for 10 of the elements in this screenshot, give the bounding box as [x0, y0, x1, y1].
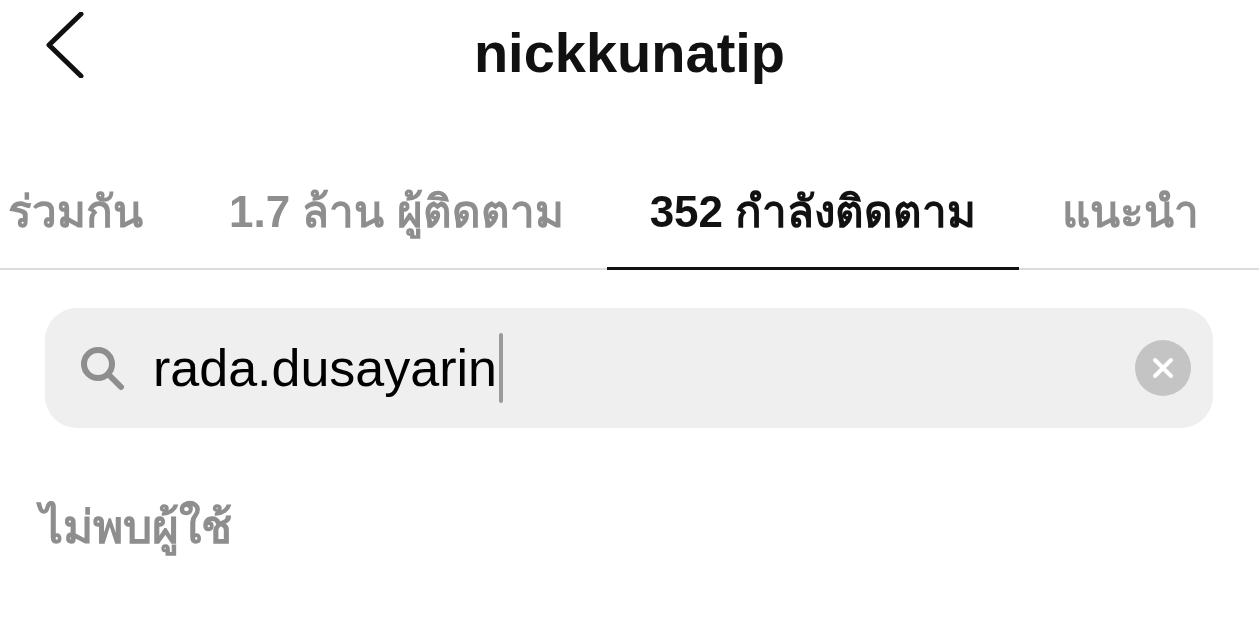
- tab[interactable]: ร่วมกัน: [0, 104, 186, 270]
- search-icon: [79, 345, 125, 391]
- close-icon: [1152, 357, 1174, 379]
- search-field[interactable]: rada.dusayarin: [45, 308, 1213, 428]
- tab[interactable]: 1.7 ล้าน ผู้ติดตาม: [186, 104, 607, 270]
- search-query: rada.dusayarin: [153, 338, 497, 398]
- profile-title: nickkunatip: [473, 19, 786, 85]
- tab[interactable]: แนะนำ: [1019, 104, 1243, 270]
- tab[interactable]: 352 กำลังติดตาม: [606, 104, 1020, 270]
- back-icon[interactable]: [45, 12, 85, 78]
